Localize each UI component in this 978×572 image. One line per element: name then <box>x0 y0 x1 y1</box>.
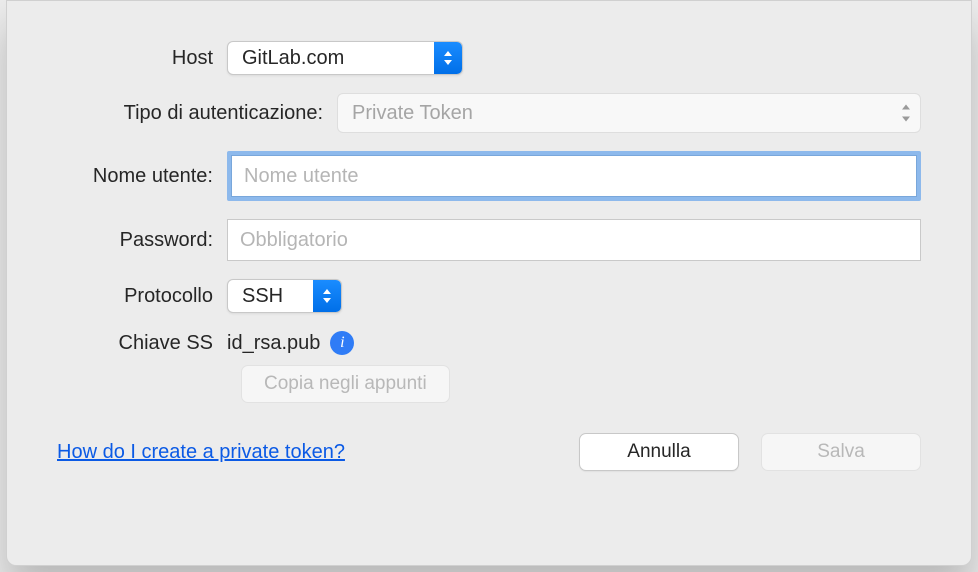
row-ssh-key: Chiave SS id_rsa.pub i <box>57 331 921 355</box>
row-protocol: Protocollo SSH <box>57 279 921 313</box>
ssh-key-value: id_rsa.pub <box>227 332 320 355</box>
info-icon[interactable]: i <box>330 331 354 355</box>
row-host: Host GitLab.com <box>57 41 921 75</box>
auth-type-select[interactable]: Private Token <box>337 93 921 133</box>
row-password: Password: <box>57 219 921 261</box>
dialog-footer: How do I create a private token? Annulla… <box>57 433 921 471</box>
row-copy: Copia negli appunti <box>57 365 921 403</box>
chevron-up-icon <box>444 51 452 56</box>
chevron-up-icon <box>323 289 331 294</box>
chevron-down-icon <box>444 60 452 65</box>
updown-icon <box>902 105 910 122</box>
footer-buttons: Annulla Salva <box>579 433 921 471</box>
label-username: Nome utente: <box>57 165 227 188</box>
cancel-button[interactable]: Annulla <box>579 433 739 471</box>
host-select-value: GitLab.com <box>242 47 434 70</box>
protocol-select[interactable]: SSH <box>227 279 342 313</box>
save-button[interactable]: Salva <box>761 433 921 471</box>
username-field[interactable] <box>231 155 917 197</box>
label-host: Host <box>57 47 227 70</box>
label-ssh-key: Chiave SS <box>57 332 227 355</box>
updown-icon <box>313 280 341 312</box>
label-password: Password: <box>57 229 227 252</box>
chevron-down-icon <box>902 117 910 122</box>
label-protocol: Protocollo <box>57 285 227 308</box>
help-link[interactable]: How do I create a private token? <box>57 441 345 464</box>
row-username: Nome utente: <box>57 151 921 201</box>
label-auth-type: Tipo di autenticazione: <box>57 102 337 125</box>
host-select[interactable]: GitLab.com <box>227 41 463 75</box>
row-auth-type: Tipo di autenticazione: Private Token <box>57 93 921 133</box>
chevron-up-icon <box>902 105 910 110</box>
control-host: GitLab.com <box>227 41 921 75</box>
auth-type-value: Private Token <box>352 102 473 125</box>
username-focus-ring <box>227 151 921 201</box>
copy-to-clipboard-button[interactable]: Copia negli appunti <box>241 365 450 403</box>
auth-dialog: Host GitLab.com Tipo di autenticazione: … <box>6 0 972 566</box>
updown-icon <box>434 42 462 74</box>
protocol-select-value: SSH <box>242 285 313 308</box>
chevron-down-icon <box>323 298 331 303</box>
password-field[interactable] <box>227 219 921 261</box>
